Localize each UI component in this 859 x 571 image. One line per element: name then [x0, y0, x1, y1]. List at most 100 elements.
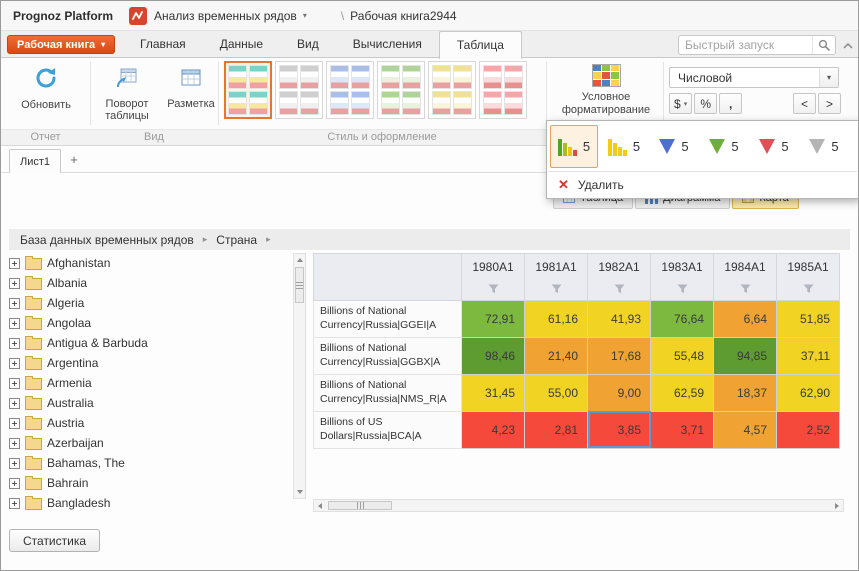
scrollbar-thumb[interactable] — [295, 267, 304, 303]
tree-item[interactable]: Australia — [9, 393, 289, 413]
tree-item[interactable]: Azerbaijan — [9, 433, 289, 453]
breadcrumb-item[interactable]: Страна — [216, 233, 257, 247]
grid-cell[interactable]: 4,23 — [462, 411, 525, 448]
icon-set-cone-green[interactable]: 5 — [700, 125, 748, 168]
column-header[interactable]: 1983A1 — [651, 254, 714, 280]
scroll-up-button[interactable] — [294, 254, 305, 266]
tree-vertical-scrollbar[interactable] — [293, 253, 306, 499]
table-style-thumbnail[interactable] — [224, 61, 272, 119]
grid-cell[interactable]: 55,48 — [651, 337, 714, 374]
column-header[interactable]: 1980A1 — [462, 254, 525, 280]
grid-cell[interactable]: 9,00 — [588, 374, 651, 411]
icon-set-cone-gray[interactable]: 5 — [800, 125, 848, 168]
tree-item[interactable]: Armenia — [9, 373, 289, 393]
grid-cell[interactable]: 94,85 — [714, 337, 777, 374]
grid-cell[interactable]: 98,46 — [462, 337, 525, 374]
grid-cell[interactable]: 72,91 — [462, 300, 525, 337]
column-filter-icon[interactable] — [651, 280, 714, 301]
pivot-table-button[interactable]: Поворот таблицы — [93, 65, 161, 123]
delete-formatting-item[interactable]: ✕ Удалить — [547, 172, 858, 198]
expand-icon[interactable] — [9, 298, 20, 309]
tree-item[interactable]: Austria — [9, 413, 289, 433]
icon-set-cone-red[interactable]: 5 — [750, 125, 798, 168]
tab-Вычисления[interactable]: Вычисления — [336, 31, 439, 58]
column-filter-icon[interactable] — [525, 280, 588, 301]
expand-icon[interactable] — [9, 458, 20, 469]
sheet-tab[interactable]: Лист1 — [9, 149, 61, 173]
column-filter-icon[interactable] — [588, 280, 651, 301]
table-style-thumbnail[interactable] — [326, 61, 374, 119]
table-style-thumbnail[interactable] — [428, 61, 476, 119]
collapse-ribbon-button[interactable] — [840, 40, 855, 52]
scroll-down-button[interactable] — [294, 486, 305, 498]
row-header[interactable]: Billions of National Currency|Russia|GGE… — [314, 300, 462, 337]
tree-item[interactable]: Bangladesh — [9, 493, 289, 513]
table-style-thumbnail[interactable] — [377, 61, 425, 119]
tab-Данные[interactable]: Данные — [203, 31, 280, 58]
table-style-thumbnail[interactable] — [479, 61, 527, 119]
grid-cell[interactable]: 61,16 — [525, 300, 588, 337]
expand-icon[interactable] — [9, 498, 20, 509]
column-filter-icon[interactable] — [714, 280, 777, 301]
tree-item[interactable]: Argentina — [9, 353, 289, 373]
refresh-button[interactable]: Обновить — [15, 65, 77, 111]
column-filter-icon[interactable] — [462, 280, 525, 301]
tree-item[interactable]: Bahamas, The — [9, 453, 289, 473]
percent-format-button[interactable]: % — [694, 93, 717, 114]
tab-Таблица[interactable]: Таблица — [439, 31, 522, 59]
grid-horizontal-scrollbar[interactable] — [313, 499, 844, 512]
number-format-select[interactable]: Числовой ▾ — [669, 67, 839, 88]
column-header[interactable]: 1985A1 — [777, 254, 840, 280]
grid-cell[interactable]: 18,37 — [714, 374, 777, 411]
icon-set-cone-blue[interactable]: 5 — [650, 125, 698, 168]
column-header[interactable]: 1981A1 — [525, 254, 588, 280]
grid-cell[interactable]: 3,71 — [651, 411, 714, 448]
expand-icon[interactable] — [9, 478, 20, 489]
expand-icon[interactable] — [9, 418, 20, 429]
tree-item[interactable]: Algeria — [9, 293, 289, 313]
decrease-decimals-button[interactable]: < — [793, 93, 816, 114]
increase-decimals-button[interactable]: > — [818, 93, 841, 114]
grid-cell[interactable]: 21,40 — [525, 337, 588, 374]
column-header[interactable]: 1982A1 — [588, 254, 651, 280]
expand-icon[interactable] — [9, 438, 20, 449]
expand-icon[interactable] — [9, 338, 20, 349]
grid-cell[interactable]: 62,90 — [777, 374, 840, 411]
currency-format-button[interactable]: $ ▾ — [669, 93, 692, 114]
breadcrumb-item[interactable]: База данных временных рядов — [20, 233, 194, 247]
tree-item[interactable]: Antigua & Barbuda — [9, 333, 289, 353]
scrollbar-thumb[interactable] — [328, 501, 392, 510]
grid-cell[interactable]: 55,00 — [525, 374, 588, 411]
tree-item[interactable]: Albania — [9, 273, 289, 293]
grid-cell[interactable]: 17,68 — [588, 337, 651, 374]
tree-item[interactable]: Bahrain — [9, 473, 289, 493]
column-header[interactable]: 1984A1 — [714, 254, 777, 280]
thousands-separator-button[interactable]: , — [719, 93, 742, 114]
layout-button[interactable]: Разметка — [164, 65, 218, 110]
tab-Вид[interactable]: Вид — [280, 31, 336, 58]
row-header[interactable]: Billions of National Currency|Russia|GGB… — [314, 337, 462, 374]
expand-icon[interactable] — [9, 398, 20, 409]
search-input[interactable] — [679, 38, 812, 52]
grid-cell[interactable]: 41,93 — [588, 300, 651, 337]
workbook-menu-button[interactable]: Рабочая книга ▾ — [7, 35, 115, 54]
grid-cell[interactable]: 2,81 — [525, 411, 588, 448]
scroll-right-button[interactable] — [831, 500, 843, 511]
grid-cell[interactable]: 4,57 — [714, 411, 777, 448]
row-header[interactable]: Billions of National Currency|Russia|NMS… — [314, 374, 462, 411]
expand-icon[interactable] — [9, 358, 20, 369]
icon-set-bars-yellow[interactable]: 5 — [600, 125, 648, 168]
grid-cell[interactable]: 6,64 — [714, 300, 777, 337]
grid-cell[interactable]: 51,85 — [777, 300, 840, 337]
grid-cell[interactable]: 31,45 — [462, 374, 525, 411]
row-header[interactable]: Billions of US Dollars|Russia|BCA|A — [314, 411, 462, 448]
tab-Главная[interactable]: Главная — [123, 31, 203, 58]
scroll-left-button[interactable] — [314, 500, 326, 511]
table-style-thumbnail[interactable] — [275, 61, 323, 119]
column-filter-icon[interactable] — [777, 280, 840, 301]
statistics-button[interactable]: Статистика — [9, 529, 100, 552]
tree-item[interactable]: Afghanistan — [9, 253, 289, 273]
tree-item[interactable]: Angolaa — [9, 313, 289, 333]
app-menu-button[interactable]: Анализ временных рядов ▾ — [154, 9, 307, 23]
grid-cell[interactable]: 37,11 — [777, 337, 840, 374]
